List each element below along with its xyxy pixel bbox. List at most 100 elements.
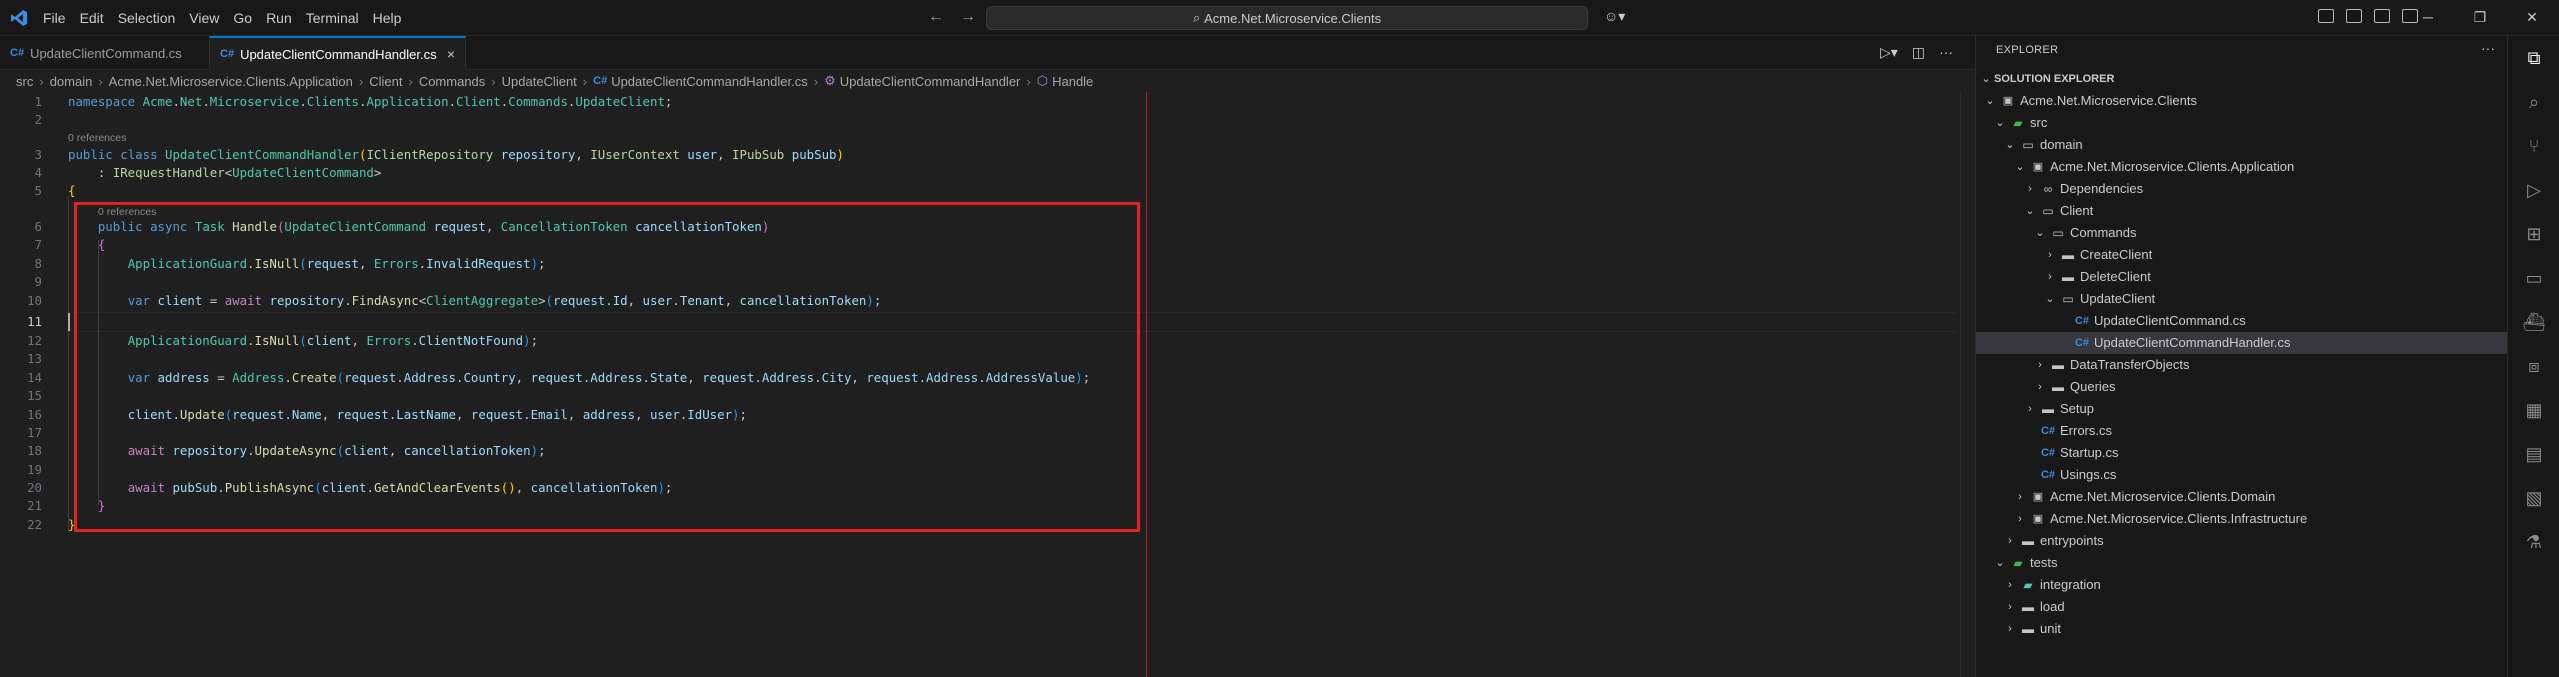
tree-item[interactable]: › ▣ Acme.Net.Microservice.Clients.Domain [1976, 486, 2508, 508]
editor-scrollbar[interactable] [1960, 92, 1975, 677]
tree-item[interactable]: ⌄ ▭ domain [1976, 134, 2508, 156]
tree-item[interactable]: C# Errors.cs [1976, 420, 2508, 442]
search-icon[interactable]: ⌕ [2508, 82, 2559, 122]
tree-item[interactable]: › ▬ Queries [1976, 376, 2508, 398]
menu-file[interactable]: File [36, 10, 73, 26]
remote-explorer-icon[interactable]: ▭ [2508, 258, 2559, 298]
folder-icon: ▬ [2042, 402, 2054, 416]
codelens-references[interactable]: 0 references [68, 131, 126, 145]
tree-label: entrypoints [2040, 533, 2104, 548]
comments-icon[interactable]: ▤ [2508, 434, 2559, 474]
line-number: 18 [27, 443, 42, 458]
line-number: 15 [27, 388, 42, 403]
chevron-right-icon: › [2048, 271, 2052, 283]
tree-label: UpdateClient [2080, 291, 2156, 306]
line-number: 12 [27, 333, 42, 348]
run-icon[interactable]: ▷▾ [1880, 44, 1898, 61]
toggle-panel-icon[interactable] [2374, 9, 2390, 23]
nuget-icon[interactable]: ▦ [2508, 390, 2559, 430]
breadcrumb-application[interactable]: Acme.Net.Microservice.Clients.Applicatio… [109, 74, 353, 89]
tree-item[interactable]: › ▬ CreateClient [1976, 244, 2508, 266]
chevron-right-icon: › [1026, 73, 1031, 89]
notes-icon[interactable]: ▧ [2508, 478, 2559, 518]
copilot-icon[interactable]: ☺▾ [1604, 8, 1625, 25]
tab-update-client-command-handler[interactable]: C# UpdateClientCommandHandler.cs × [210, 36, 466, 70]
project-icon: ▣ [2032, 491, 2044, 503]
back-arrow-icon[interactable]: ← [928, 8, 944, 26]
command-center-search[interactable]: ⌕ Acme.Net.Microservice.Clients [986, 6, 1588, 30]
tree-item[interactable]: › ▣ Acme.Net.Microservice.Clients.Infras… [1976, 508, 2508, 530]
breadcrumb-client[interactable]: Client [369, 74, 402, 89]
chevron-right-icon: › [358, 73, 364, 89]
close-tab-icon[interactable]: × [447, 46, 455, 62]
dependency-graph-icon[interactable]: ⧈ [2508, 346, 2559, 386]
tree-item[interactable]: › ▬ Setup [1976, 398, 2508, 420]
explorer-title: EXPLORER [1996, 44, 2059, 56]
tree-item[interactable]: ⌄ ▰ src [1976, 112, 2508, 134]
line-number: 3 [34, 147, 42, 162]
folder-open-icon: ▭ [2052, 226, 2064, 240]
folder-test-icon: ▰ [2013, 556, 2023, 570]
breadcrumb-updateclient[interactable]: UpdateClient [502, 74, 577, 89]
tab-update-client-command[interactable]: C# UpdateClientCommand.cs [0, 36, 210, 70]
tree-item[interactable]: › ▬ DeleteClient [1976, 266, 2508, 288]
tree-item[interactable]: › ▰ integration [1976, 574, 2508, 596]
line-number: 19 [27, 462, 42, 477]
tree-item[interactable]: C# Usings.cs [1976, 464, 2508, 486]
code-line: : IRequestHandler<UpdateClientCommand> [68, 165, 382, 180]
tree-item[interactable]: › ▬ entrypoints [1976, 530, 2508, 552]
source-control-icon[interactable]: ⑂ [2508, 126, 2559, 166]
folder-icon: ▬ [2022, 622, 2034, 636]
line-number-current: 11 [27, 314, 42, 329]
close-window-icon[interactable]: ✕ [2506, 5, 2558, 29]
tree-item-selected[interactable]: C# UpdateClientCommandHandler.cs [1976, 332, 2508, 354]
minimize-icon[interactable]: ─ [2402, 5, 2454, 29]
line-number: 14 [27, 370, 42, 385]
tree-item[interactable]: ⌄ ▭ UpdateClient [1976, 288, 2508, 310]
line-number: 17 [27, 425, 42, 440]
more-actions-icon[interactable]: ··· [2481, 40, 2495, 56]
tree-item[interactable]: C# UpdateClientCommand.cs [1976, 310, 2508, 332]
tree-label: DeleteClient [2080, 269, 2151, 284]
folder-icon: ▬ [2052, 358, 2064, 372]
tree-item[interactable]: ⌄ ▭ Commands [1976, 222, 2508, 244]
breadcrumb-file[interactable]: UpdateClientCommandHandler.cs [611, 74, 808, 89]
restore-icon[interactable]: ❐ [2454, 5, 2506, 29]
tree-item[interactable]: › ▬ unit [1976, 618, 2508, 640]
menu-selection[interactable]: Selection [111, 10, 183, 26]
tree-item[interactable]: ⌄ ▣ Acme.Net.Microservice.Clients [1976, 90, 2508, 112]
tree-item[interactable]: ⌄ SOLUTION EXPLORER [1976, 68, 2508, 90]
breadcrumb-method[interactable]: Handle [1052, 74, 1093, 89]
tree-item[interactable]: ⌄ ▣ Acme.Net.Microservice.Clients.Applic… [1976, 156, 2508, 178]
tree-item[interactable]: › ∞ Dependencies [1976, 178, 2508, 200]
folder-icon: ▬ [2062, 270, 2074, 284]
run-debug-icon[interactable]: ▷ [2508, 170, 2559, 210]
tree-item[interactable]: ⌄ ▭ Client [1976, 200, 2508, 222]
tree-item[interactable]: › ▬ DataTransferObjects [1976, 354, 2508, 376]
breadcrumb-class[interactable]: UpdateClientCommandHandler [840, 74, 1021, 89]
breadcrumb-commands[interactable]: Commands [419, 74, 485, 89]
breadcrumb-domain[interactable]: domain [50, 74, 93, 89]
explorer-icon[interactable]: ⧉ [2508, 38, 2559, 78]
line-number: 2 [34, 112, 42, 127]
line-number: 1 [34, 94, 42, 109]
menu-terminal[interactable]: Terminal [299, 10, 366, 26]
toggle-primary-sidebar-icon[interactable] [2346, 9, 2362, 23]
forward-arrow-icon[interactable]: → [960, 8, 976, 26]
menu-view[interactable]: View [182, 10, 226, 26]
menu-go[interactable]: Go [226, 10, 259, 26]
menu-run[interactable]: Run [259, 10, 299, 26]
split-editor-icon[interactable]: ◫ [1912, 44, 1925, 61]
breadcrumb-src[interactable]: src [16, 74, 33, 89]
extensions-icon[interactable]: ⊞ [2508, 214, 2559, 254]
tree-item[interactable]: C# Startup.cs [1976, 442, 2508, 464]
more-actions-icon[interactable]: ··· [1939, 44, 1953, 61]
customize-layout-icon[interactable] [2318, 9, 2334, 23]
testing-icon[interactable]: ⚗ [2508, 522, 2559, 562]
tree-item[interactable]: › ▬ load [1976, 596, 2508, 618]
code-line: namespace Acme.Net.Microservice.Clients.… [68, 94, 673, 109]
menu-help[interactable]: Help [366, 10, 409, 26]
docker-icon[interactable]: ⛴ [2508, 302, 2559, 342]
tree-item[interactable]: ⌄ ▰ tests [1976, 552, 2508, 574]
menu-edit[interactable]: Edit [73, 10, 111, 26]
